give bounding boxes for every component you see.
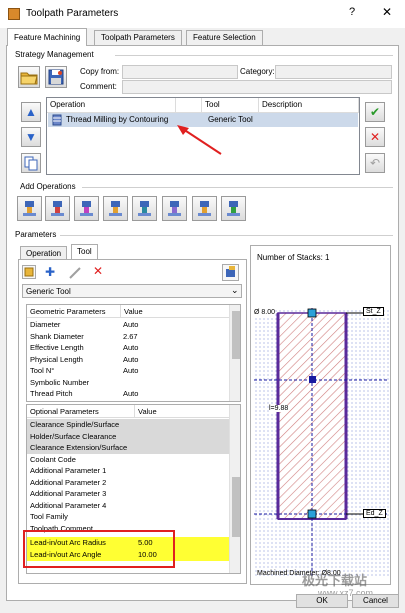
delete-icon: ✕ bbox=[369, 130, 381, 144]
divider bbox=[115, 55, 393, 56]
column-header-tool[interactable]: Tool bbox=[202, 98, 259, 113]
remove-tool-button[interactable]: ✕ bbox=[93, 264, 103, 278]
add-operation-button-2[interactable] bbox=[45, 196, 70, 221]
new-tool-button[interactable] bbox=[22, 265, 36, 279]
arrow-up-icon: ▲ bbox=[25, 105, 37, 119]
subtab-operation[interactable]: Operation bbox=[20, 246, 68, 260]
operation-icon-6 bbox=[168, 201, 181, 216]
move-up-button[interactable]: ▲ bbox=[21, 102, 41, 122]
add-tool-button[interactable]: ✚ bbox=[45, 265, 55, 279]
tool-select[interactable]: Generic Tool ⌄ bbox=[22, 284, 242, 298]
tool-diagram bbox=[254, 308, 389, 578]
thread-milling-icon bbox=[52, 114, 62, 126]
edit-tool-button[interactable] bbox=[68, 266, 82, 280]
comment-label: Comment: bbox=[80, 82, 117, 91]
watermark-text: 极光下载站 bbox=[302, 573, 368, 588]
operation-name: Thread Milling by Contouring bbox=[66, 115, 169, 124]
tool-library-button[interactable] bbox=[222, 264, 239, 281]
column-header-description[interactable]: Description bbox=[259, 98, 359, 113]
ok-button[interactable]: OK bbox=[296, 594, 348, 608]
strategy-management-title: Strategy Management bbox=[15, 50, 94, 59]
add-operation-button-5[interactable] bbox=[132, 196, 157, 221]
operation-icon-3 bbox=[80, 201, 93, 216]
window-title: Toolpath Parameters bbox=[26, 8, 119, 19]
tab-toolpath-parameters[interactable]: Toolpath Parameters bbox=[94, 30, 182, 45]
save-icon bbox=[48, 69, 64, 85]
geometric-parameters-grid[interactable]: Geometric Parameters Value Diameter Auto … bbox=[26, 304, 241, 402]
add-operation-button-8[interactable] bbox=[221, 196, 246, 221]
column-header-operation[interactable]: Operation bbox=[47, 98, 176, 113]
subtab-tool[interactable]: Tool bbox=[71, 244, 98, 260]
annotation-arrow bbox=[177, 125, 222, 155]
add-operation-button-7[interactable] bbox=[192, 196, 217, 221]
delete-icon: ✕ bbox=[93, 264, 104, 278]
operation-icon-1 bbox=[23, 201, 36, 216]
cancel-button[interactable]: Cancel bbox=[352, 594, 399, 608]
copy-operation-button[interactable] bbox=[21, 153, 41, 173]
add-operation-button-4[interactable] bbox=[103, 196, 128, 221]
chevron-down-icon: ⌄ bbox=[231, 285, 239, 295]
tool-new-icon bbox=[24, 267, 34, 277]
category-label: Category: bbox=[240, 67, 275, 76]
tab-feature-selection[interactable]: Feature Selection bbox=[186, 30, 263, 45]
tab-feature-machining[interactable]: Feature Machining bbox=[7, 28, 88, 46]
diameter-label: Ø 8.00 bbox=[254, 309, 276, 316]
geometric-header-value: Value bbox=[121, 305, 229, 318]
add-operation-button-6[interactable] bbox=[162, 196, 187, 221]
tool-select-value: Generic Tool bbox=[26, 287, 71, 296]
checkmark-icon: ✔ bbox=[369, 105, 381, 119]
operation-icon-2 bbox=[51, 201, 64, 216]
validate-button[interactable]: ✔ bbox=[365, 102, 385, 122]
optional-header-name: Optional Parameters bbox=[27, 405, 135, 418]
geometric-header-name: Geometric Parameters bbox=[27, 305, 121, 318]
divider bbox=[60, 235, 393, 236]
length-label: l=9.88 bbox=[269, 405, 289, 412]
start-z-label: St_Z bbox=[363, 307, 384, 316]
divider bbox=[82, 187, 393, 188]
operation-icon-4 bbox=[109, 201, 122, 216]
copy-from-label: Copy from: bbox=[80, 67, 120, 76]
geometric-scrollbar[interactable] bbox=[229, 305, 240, 401]
end-z-label: Ed_Z bbox=[363, 509, 386, 518]
move-down-button[interactable]: ▼ bbox=[21, 127, 41, 147]
app-icon bbox=[8, 8, 20, 20]
delete-operation-button[interactable]: ✕ bbox=[365, 127, 385, 147]
add-operation-button-3[interactable] bbox=[74, 196, 99, 221]
plus-icon: ✚ bbox=[45, 265, 56, 279]
column-header-blank[interactable] bbox=[176, 98, 202, 113]
operation-icon-8 bbox=[227, 201, 240, 216]
arrow-down-icon: ▼ bbox=[25, 130, 37, 144]
save-strategy-button[interactable] bbox=[45, 66, 67, 88]
undo-icon: ↶ bbox=[369, 156, 381, 170]
tool-preview: Number of Stacks: 1 Ø 8.00 St_Z l=9.88 E… bbox=[250, 245, 391, 585]
tool-edit-icon bbox=[69, 267, 81, 279]
add-operation-button-1[interactable] bbox=[17, 196, 42, 221]
category-field[interactable] bbox=[275, 65, 392, 79]
copy-from-field[interactable] bbox=[122, 65, 238, 79]
open-folder-button[interactable] bbox=[18, 66, 40, 88]
annotation-highlight-box bbox=[23, 530, 175, 568]
optional-header-value: Value bbox=[135, 405, 229, 418]
add-operations-title: Add Operations bbox=[20, 182, 76, 191]
undo-button[interactable]: ↶ bbox=[365, 153, 385, 173]
help-button[interactable]: ? bbox=[349, 6, 355, 18]
optional-scrollbar[interactable] bbox=[229, 405, 240, 573]
close-button[interactable]: ✕ bbox=[382, 5, 392, 19]
folder-icon bbox=[20, 72, 38, 85]
tool-library-icon bbox=[226, 266, 235, 277]
copy-icon bbox=[24, 156, 38, 171]
comment-field[interactable] bbox=[122, 80, 392, 94]
parameters-title: Parameters bbox=[15, 230, 57, 239]
operation-icon-5 bbox=[138, 201, 151, 216]
operation-icon-7 bbox=[198, 201, 211, 216]
